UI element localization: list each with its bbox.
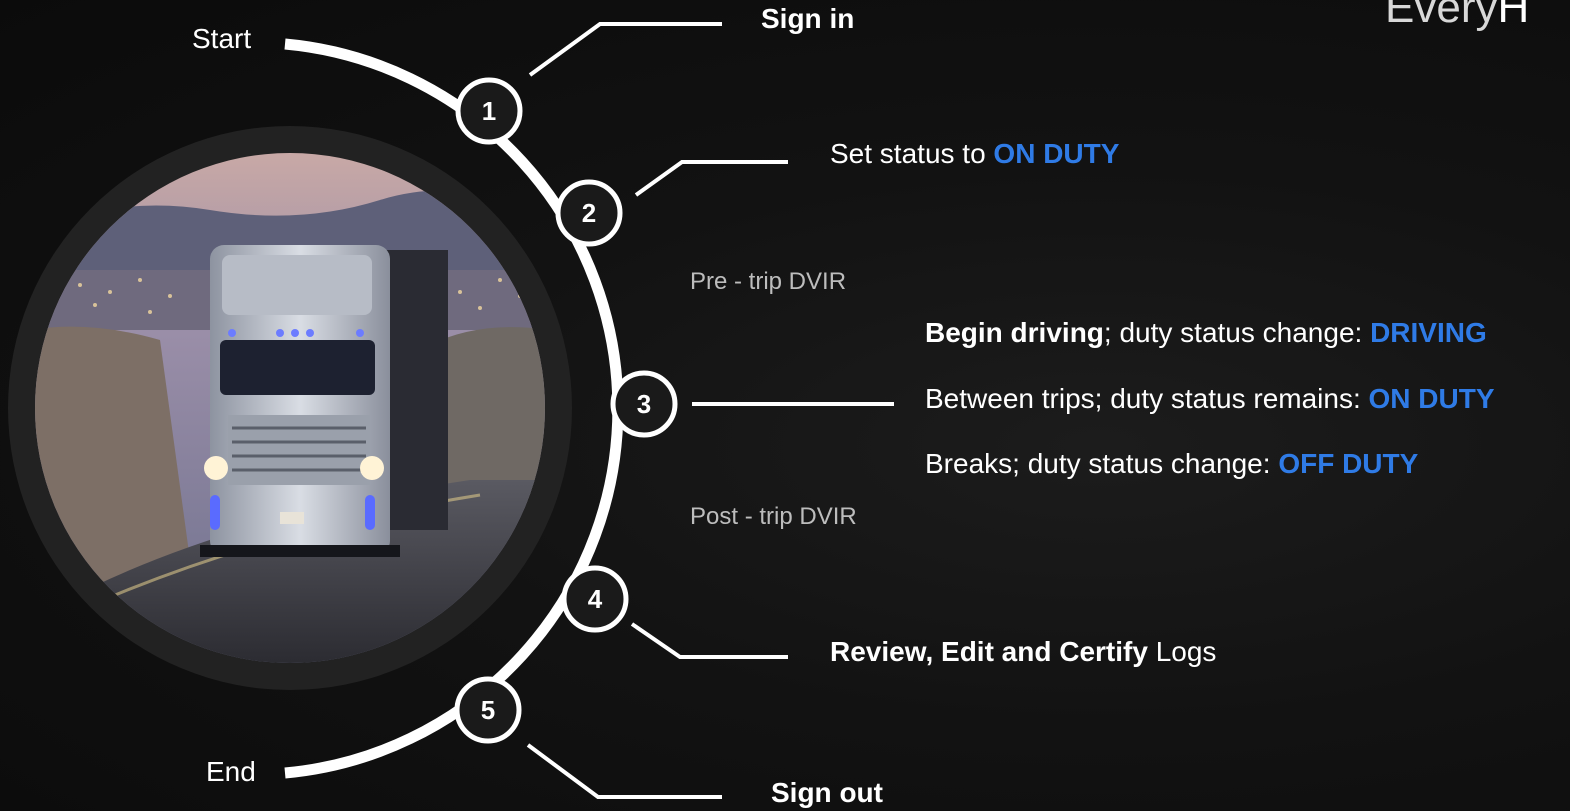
step-between-trips: Between trips; duty status remains: ON D…: [925, 383, 1495, 414]
start-label: Start: [192, 23, 252, 54]
connector-sign-in: [528, 22, 722, 77]
svg-text:1: 1: [482, 96, 496, 126]
connector-sign-out: [526, 743, 722, 799]
step-sign-in: Sign in: [761, 3, 855, 34]
step-set-status: Set status to ON DUTY: [830, 138, 1120, 169]
step-begin-driving: Begin driving; duty status change: DRIVI…: [925, 317, 1487, 348]
connector-review: [630, 622, 788, 659]
post-trip-dvir: Post - trip DVIR: [690, 503, 857, 530]
corner-title: EveryH: [1385, 0, 1530, 32]
svg-text:4: 4: [588, 584, 603, 614]
status-on-duty: ON DUTY: [993, 138, 1120, 169]
status-driving: DRIVING: [1370, 317, 1487, 348]
svg-text:2: 2: [582, 198, 596, 228]
step-sign-out: Sign out: [771, 777, 883, 808]
step-breaks: Breaks; duty status change: OFF DUTY: [925, 448, 1419, 479]
node-3: 3: [610, 370, 678, 438]
node-1: 1: [455, 77, 523, 145]
svg-text:5: 5: [481, 695, 495, 725]
connector-set-status: [634, 160, 788, 197]
node-5: 5: [454, 676, 522, 744]
status-on-duty-remains: ON DUTY: [1368, 383, 1495, 414]
svg-text:3: 3: [637, 389, 651, 419]
node-4: 4: [561, 565, 629, 633]
status-off-duty: OFF DUTY: [1278, 448, 1419, 479]
node-2: 2: [555, 179, 623, 247]
step-review-certify: Review, Edit and Certify Logs: [830, 636, 1217, 667]
pre-trip-dvir: Pre - trip DVIR: [690, 268, 847, 295]
end-label: End: [206, 756, 256, 787]
